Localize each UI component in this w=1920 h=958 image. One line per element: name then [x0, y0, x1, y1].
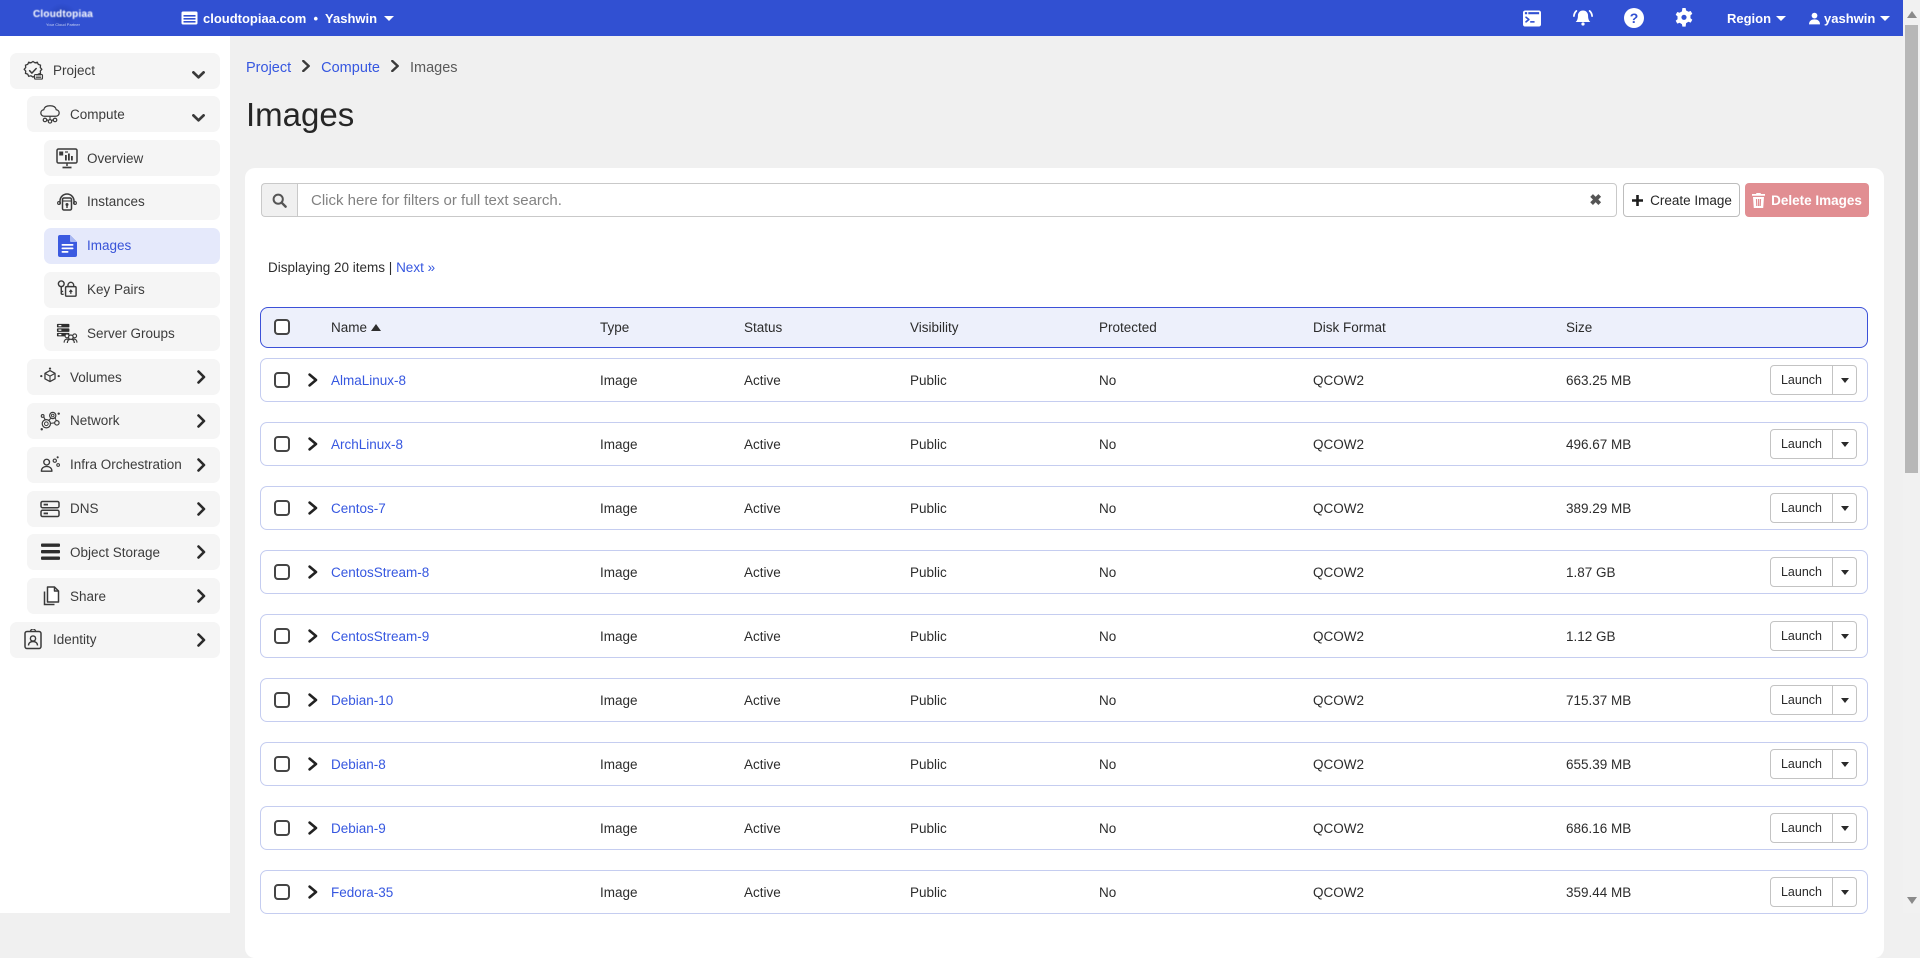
svg-text:?: ? [1630, 10, 1639, 26]
